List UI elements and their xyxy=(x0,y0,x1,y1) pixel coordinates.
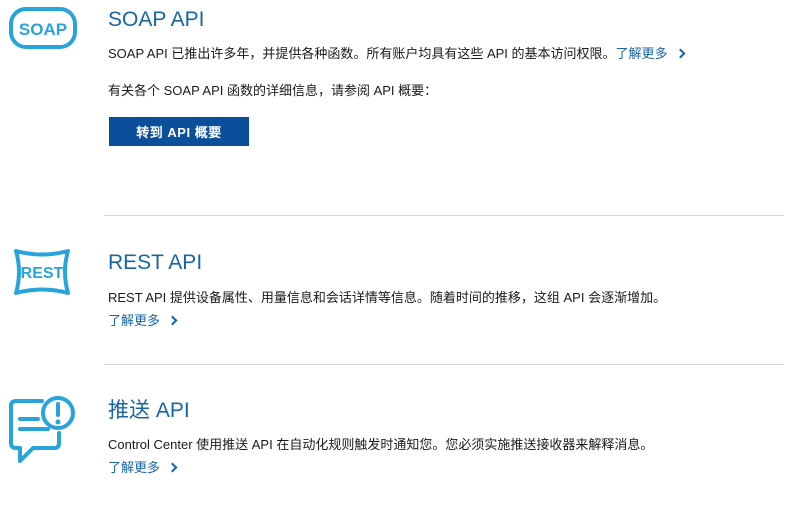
rest-api-title: REST API xyxy=(108,251,203,274)
soap-api-section: SOAP SOAP API SOAP API 已推出许多年，并提供各种函数。所有… xyxy=(0,0,788,200)
push-api-description: Control Center 使用推送 API 在自动化规则触发时通知您。您必须… xyxy=(108,437,654,452)
push-learn-more-row: 了解更多 xyxy=(108,459,178,477)
soap-learn-more-link[interactable]: 了解更多 xyxy=(615,46,685,61)
push-api-section: 推送 API Control Center 使用推送 API 在自动化规则触发时… xyxy=(0,365,788,505)
chevron-right-icon xyxy=(167,462,178,473)
push-learn-more-link[interactable]: 了解更多 xyxy=(108,460,178,475)
soap-api-title: SOAP API xyxy=(108,8,205,31)
rest-learn-more-link[interactable]: 了解更多 xyxy=(108,313,178,328)
chevron-right-icon xyxy=(167,315,178,326)
soap-learn-more-label: 了解更多 xyxy=(615,46,668,61)
rest-learn-more-label: 了解更多 xyxy=(108,313,161,328)
push-notification-icon xyxy=(9,396,75,463)
soap-api-detail-text: 有关各个 SOAP API 函数的详细信息，请参阅 API 概要： xyxy=(108,83,438,98)
rest-api-description: REST API 提供设备属性、用量信息和会话详情等信息。随着时间的推移，这组 … xyxy=(108,290,667,305)
rest-learn-more-row: 了解更多 xyxy=(108,312,178,330)
soap-api-description-text: SOAP API 已推出许多年，并提供各种函数。所有账户均具有这些 API 的基… xyxy=(108,46,616,61)
chevron-right-icon xyxy=(675,48,685,59)
push-learn-more-label: 了解更多 xyxy=(108,460,161,475)
go-to-api-summary-button[interactable]: 转到 API 概要 xyxy=(109,117,249,146)
soap-icon: SOAP xyxy=(9,7,77,49)
rest-icon-text: REST xyxy=(21,265,64,282)
rest-api-section: REST REST API REST API 提供设备属性、用量信息和会话详情等… xyxy=(0,216,788,364)
rest-icon: REST xyxy=(14,249,70,295)
soap-icon-text: SOAP xyxy=(19,20,67,39)
push-api-title: 推送 API xyxy=(108,399,190,422)
soap-api-description: SOAP API 已推出许多年，并提供各种函数。所有账户均具有这些 API 的基… xyxy=(108,45,685,63)
